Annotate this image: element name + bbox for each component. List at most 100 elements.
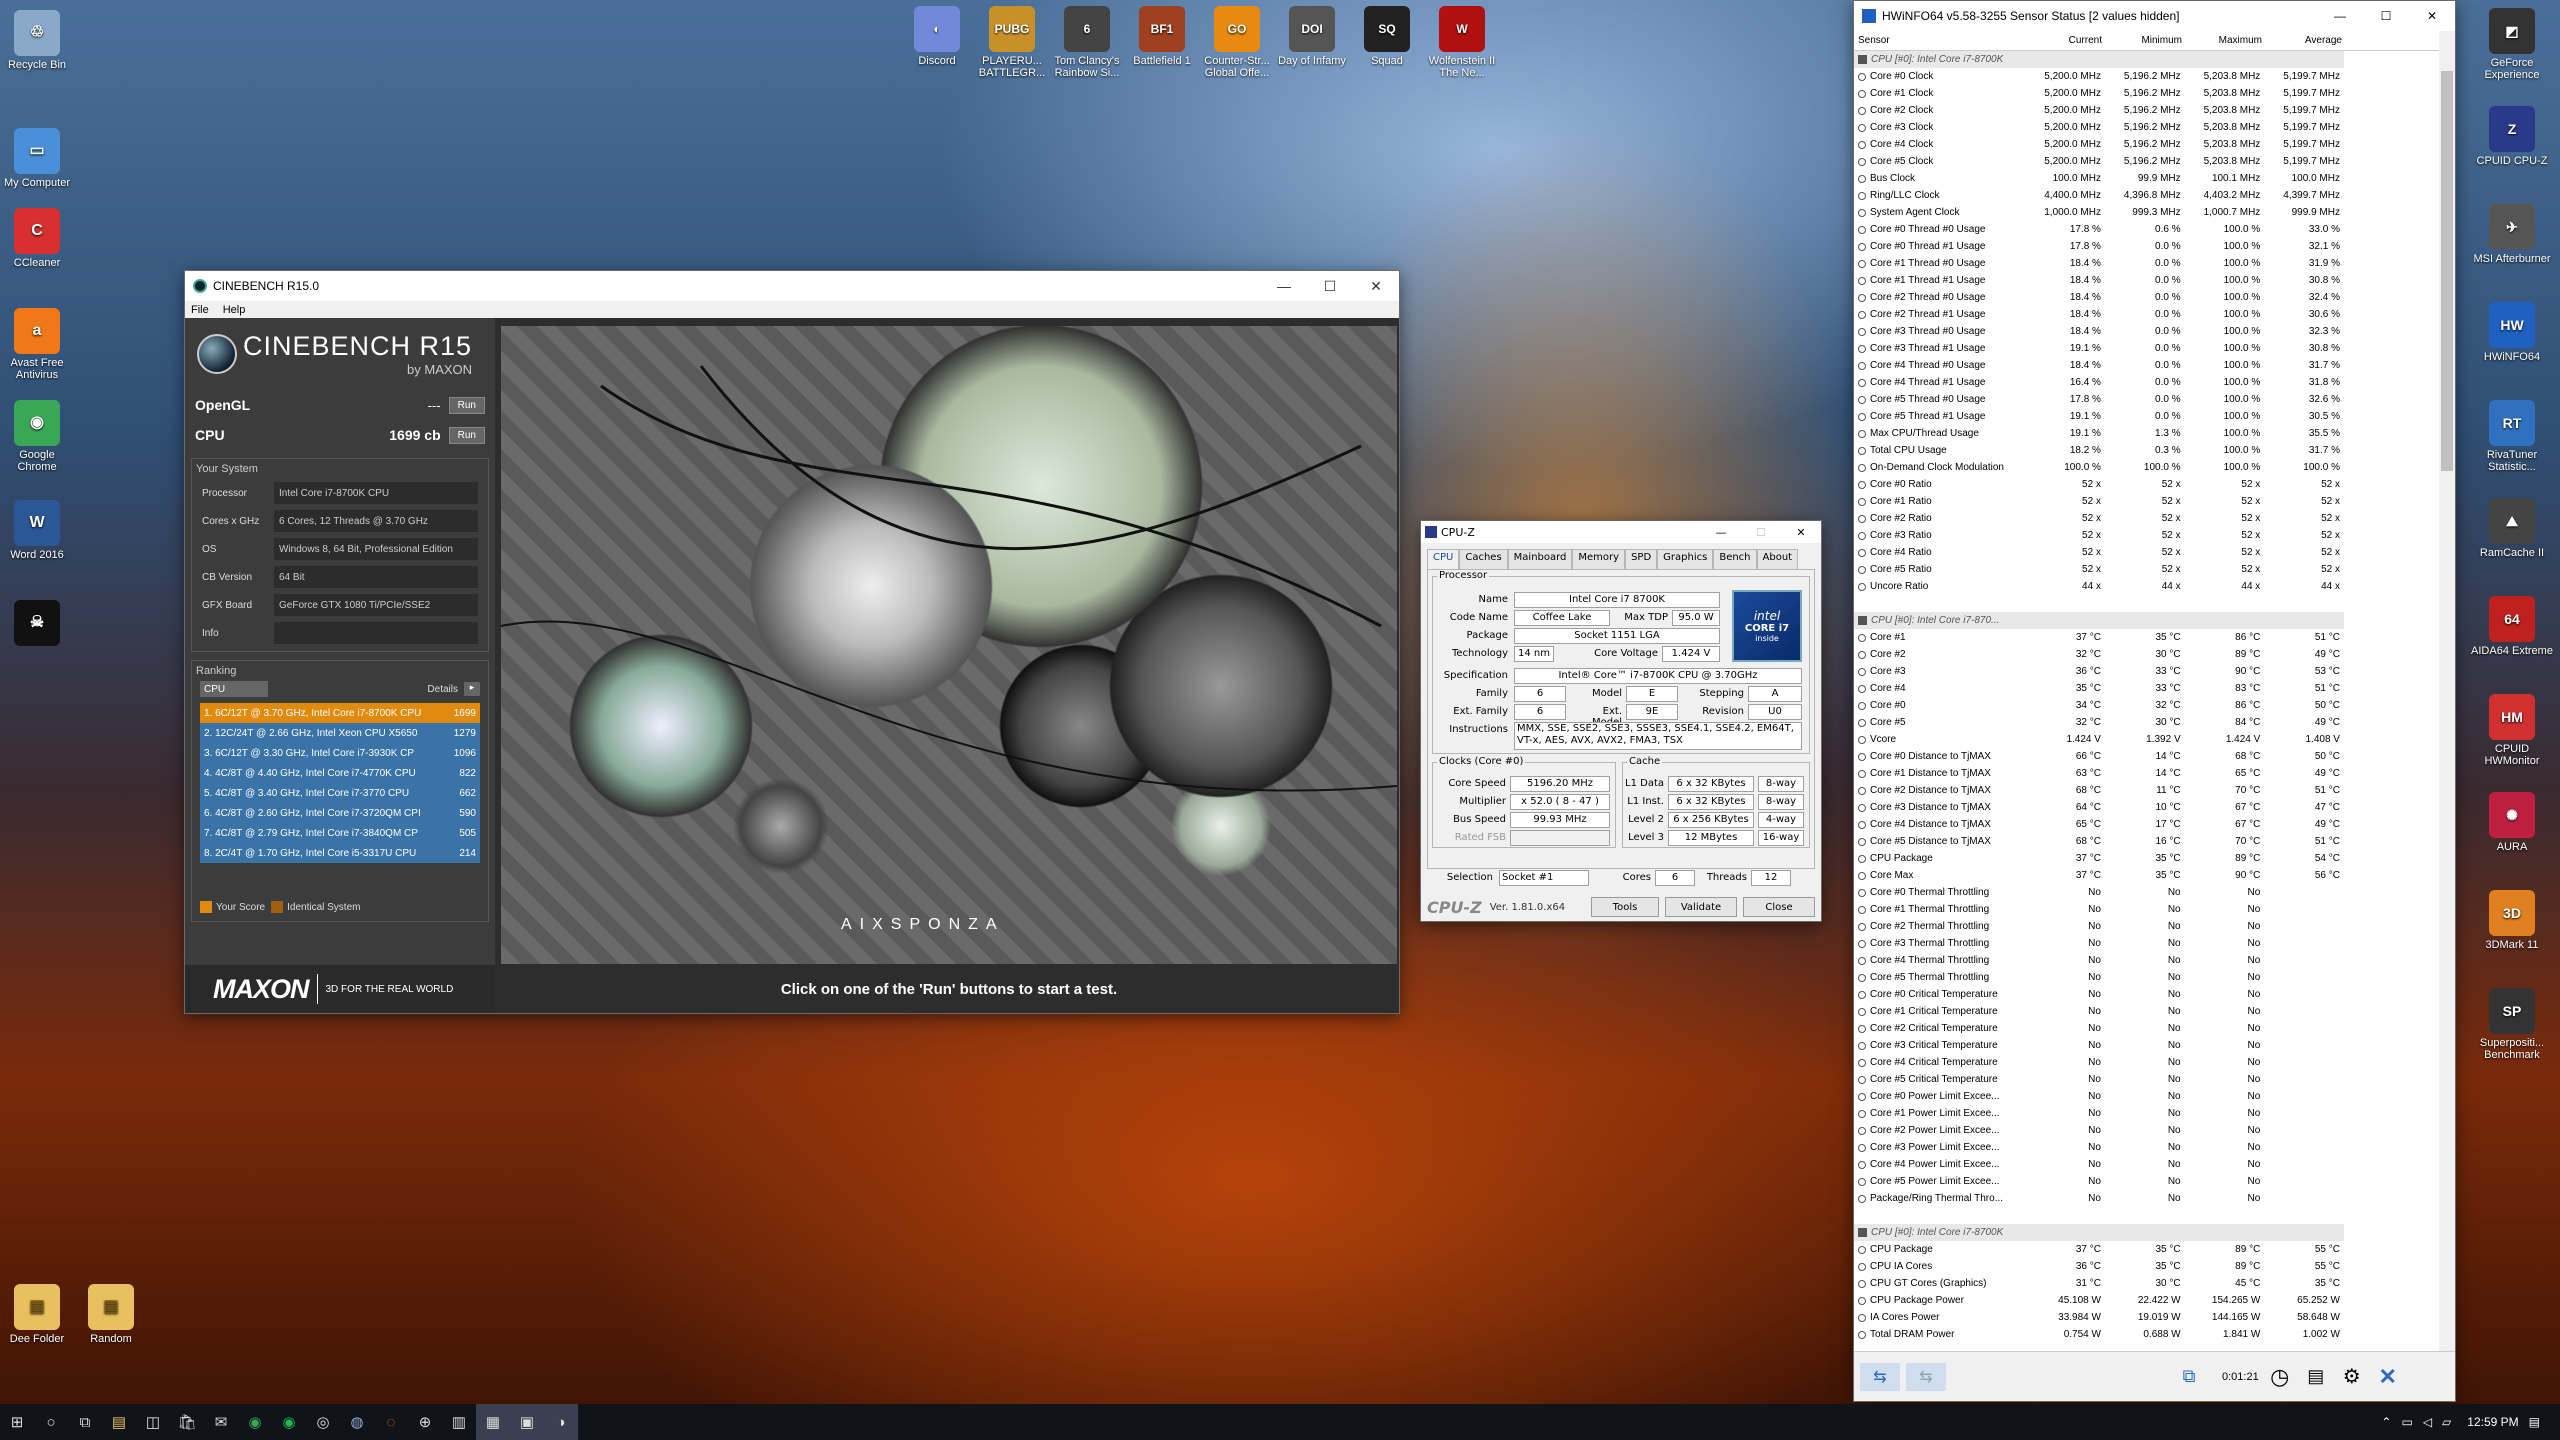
- menu-file[interactable]: File: [191, 304, 209, 316]
- sensor-row[interactable]: Total DRAM Power 0.754 W 0.688 W 1.841 W 1.0…: [1854, 1326, 2344, 1343]
- taskbar-chrome-icon[interactable]: ◉: [238, 1404, 272, 1440]
- sensor-row[interactable]: Core #2 Thermal Throttling No No No: [1854, 918, 2344, 935]
- sensor-row[interactable]: Core #2 Ratio 52 x 52 x 52 x 52 x: [1854, 510, 2344, 527]
- sensor-row[interactable]: Core #0 Clock 5,200.0 MHz 5,196.2 MHz 5,203…: [1854, 68, 2344, 85]
- minimize-button[interactable]: —: [1261, 271, 1307, 301]
- sensor-row[interactable]: Core #3 36 °C 33 °C 90 °C 53 °C: [1854, 663, 2344, 680]
- tray-volume-icon[interactable]: ◁: [2423, 1415, 2432, 1429]
- spotify-icon[interactable]: ◉: [272, 1404, 306, 1440]
- sensor-row[interactable]: Core #1 Power Limit Excee... No No No: [1854, 1105, 2344, 1122]
- sensor-row[interactable]: Core #5 Distance to TjMAX 68 °C 16 °C 70 °C…: [1854, 833, 2344, 850]
- tray-overflow-icon[interactable]: ⌃: [2381, 1415, 2391, 1429]
- store-icon[interactable]: 🛍: [170, 1404, 204, 1440]
- taskbar-cpuz-icon[interactable]: ▣: [510, 1404, 544, 1440]
- sensor-row[interactable]: Core #0 Ratio 52 x 52 x 52 x 52 x: [1854, 476, 2344, 493]
- sensor-row[interactable]: CPU Package 37 °C 35 °C 89 °C 55 °C: [1854, 1241, 2344, 1258]
- desktop-shortcut[interactable]: 64 AIDA64 Extreme: [2470, 596, 2554, 657]
- sensor-row[interactable]: Core Max 37 °C 35 °C 90 °C 56 °C: [1854, 867, 2344, 884]
- taskbar-icon-generic[interactable]: ▥: [442, 1404, 476, 1440]
- ranking-row[interactable]: 7. 4C/8T @ 2.79 GHz, Intel Core i7-3840Q…: [200, 823, 480, 843]
- taskbar-icon-network[interactable]: ⊕: [408, 1404, 442, 1440]
- sensor-row[interactable]: Core #1 37 °C 35 °C 86 °C 51 °C: [1854, 629, 2344, 646]
- sensor-row[interactable]: Max CPU/Thread Usage 19.1 % 1.3 % 100.0 % 35…: [1854, 425, 2344, 442]
- col-sensor[interactable]: Sensor: [1854, 35, 2026, 46]
- sensor-row[interactable]: Core #4 Thermal Throttling No No No: [1854, 952, 2344, 969]
- desktop-shortcut[interactable]: ◐ Discord: [900, 6, 974, 67]
- sensor-row[interactable]: Core #0 Thread #1 Usage 17.8 % 0.0 % 100.0 …: [1854, 238, 2344, 255]
- steam-icon[interactable]: ◎: [306, 1404, 340, 1440]
- cpuz-tab-cpu[interactable]: CPU: [1427, 549, 1460, 569]
- desktop-shortcut[interactable]: HW HWiNFO64: [2470, 302, 2554, 363]
- sensor-row[interactable]: Core #0 34 °C 32 °C 86 °C 50 °C: [1854, 697, 2344, 714]
- sensor-row[interactable]: Core #5 Thread #1 Usage 19.1 % 0.0 % 100.0 …: [1854, 408, 2344, 425]
- sensor-row[interactable]: Core #4 Clock 5,200.0 MHz 5,196.2 MHz 5,203…: [1854, 136, 2344, 153]
- hwinfo-exit-icon[interactable]: ✕: [2373, 1362, 2403, 1392]
- desktop-shortcut[interactable]: Z CPUID CPU-Z: [2470, 106, 2554, 167]
- settings-icon[interactable]: ⚙: [2337, 1362, 2367, 1392]
- details-arrow-icon[interactable]: ▸: [464, 682, 480, 696]
- desktop-shortcut[interactable]: ▤ Dee Folder: [0, 1284, 74, 1345]
- sensor-row[interactable]: Core #2 32 °C 30 °C 89 °C 49 °C: [1854, 646, 2344, 663]
- cpuz-tab-memory[interactable]: Memory: [1572, 549, 1626, 569]
- task-view-icon[interactable]: ⧉: [68, 1404, 102, 1440]
- hwinfo-titlebar[interactable]: HWiNFO64 v5.58-3255 Sensor Status [2 val…: [1854, 1, 2455, 31]
- ranking-row[interactable]: 3. 6C/12T @ 3.30 GHz, Intel Core i7-3930…: [200, 743, 480, 763]
- validate-button[interactable]: Validate: [1665, 897, 1737, 917]
- desktop-shortcut[interactable]: SP Superpositi... Benchmark: [2470, 988, 2554, 1061]
- search-icon[interactable]: ○: [34, 1404, 68, 1440]
- ranking-row[interactable]: 6. 4C/8T @ 2.60 GHz, Intel Core i7-3720Q…: [200, 803, 480, 823]
- sensor-row[interactable]: System Agent Clock 1,000.0 MHz 999.3 MHz 1,…: [1854, 204, 2344, 221]
- sensor-row[interactable]: Core #3 Thermal Throttling No No No: [1854, 935, 2344, 952]
- sensor-row[interactable]: Core #5 Thermal Throttling No No No: [1854, 969, 2344, 986]
- sensor-group-header[interactable]: CPU [#0]: Intel Core i7-8700K: [1854, 1224, 2344, 1241]
- sensor-row[interactable]: Vcore 1.424 V 1.392 V 1.424 V 1.408 V: [1854, 731, 2344, 748]
- ranking-row[interactable]: 4. 4C/8T @ 4.40 GHz, Intel Core i7-4770K…: [200, 763, 480, 783]
- desktop-shortcut[interactable]: RT RivaTuner Statistic...: [2470, 400, 2554, 473]
- ranking-row[interactable]: 2. 12C/24T @ 2.66 GHz, Intel Xeon CPU X5…: [200, 723, 480, 743]
- taskbar-app-icon[interactable]: ◫: [136, 1404, 170, 1440]
- tray-clock[interactable]: 12:59 PM: [2467, 1415, 2518, 1429]
- sensor-row[interactable]: Core #3 Thread #1 Usage 19.1 % 0.0 % 100.0 …: [1854, 340, 2344, 357]
- file-explorer-icon[interactable]: ▤: [102, 1404, 136, 1440]
- sensor-row[interactable]: Core #3 Power Limit Excee... No No No: [1854, 1139, 2344, 1156]
- hwinfo-maximize-button[interactable]: ☐: [2363, 9, 2409, 23]
- desktop-shortcut[interactable]: ☠: [0, 600, 74, 649]
- taskbar-cinebench-icon[interactable]: ◑: [544, 1404, 578, 1440]
- desktop-shortcut[interactable]: a Avast Free Antivirus: [0, 308, 74, 381]
- sensor-row[interactable]: Core #1 Ratio 52 x 52 x 52 x 52 x: [1854, 493, 2344, 510]
- sensor-row[interactable]: Ring/LLC Clock 4,400.0 MHz 4,396.8 MHz 4,40…: [1854, 187, 2344, 204]
- cinebench-titlebar[interactable]: CINEBENCH R15.0 — ☐ ✕: [185, 271, 1399, 301]
- tray-network-icon[interactable]: ▭: [2401, 1415, 2412, 1429]
- sensor-row[interactable]: Core #2 Distance to TjMAX 68 °C 11 °C 70 °C…: [1854, 782, 2344, 799]
- sensor-row[interactable]: Core #3 Distance to TjMAX 64 °C 10 °C 67 °C…: [1854, 799, 2344, 816]
- sensor-row[interactable]: Core #0 Thread #0 Usage 17.8 % 0.6 % 100.0 …: [1854, 221, 2344, 238]
- col-average[interactable]: Average: [2266, 35, 2346, 46]
- ranking-row[interactable]: 5. 4C/8T @ 3.40 GHz, Intel Core i7-3770 …: [200, 783, 480, 803]
- sensor-row[interactable]: Core #5 Thread #0 Usage 17.8 % 0.0 % 100.0 …: [1854, 391, 2344, 408]
- cpu-run-button[interactable]: Run: [448, 426, 485, 444]
- sensor-row[interactable]: Uncore Ratio 44 x 44 x 44 x 44 x: [1854, 578, 2344, 595]
- hwinfo-scroll-thumb[interactable]: [2441, 71, 2453, 471]
- nav-right-icon[interactable]: ⇆: [1906, 1362, 1946, 1391]
- desktop-shortcut[interactable]: W Word 2016: [0, 500, 74, 561]
- cpuz-tab-graphics[interactable]: Graphics: [1657, 549, 1714, 569]
- desktop-shortcut[interactable]: HM CPUID HWMonitor: [2470, 694, 2554, 767]
- sensor-row[interactable]: Core #1 Thread #0 Usage 18.4 % 0.0 % 100.0 …: [1854, 255, 2344, 272]
- tools-button[interactable]: Tools: [1591, 897, 1659, 917]
- sensor-row[interactable]: Core #0 Critical Temperature No No No: [1854, 986, 2344, 1003]
- sensor-row[interactable]: Core #3 Ratio 52 x 52 x 52 x 52 x: [1854, 527, 2344, 544]
- sensor-row[interactable]: Core #4 35 °C 33 °C 83 °C 51 °C: [1854, 680, 2344, 697]
- sensor-row[interactable]: Core #5 Power Limit Excee... No No No: [1854, 1173, 2344, 1190]
- menu-help[interactable]: Help: [223, 304, 246, 316]
- action-center-icon[interactable]: ▤: [2529, 1415, 2540, 1429]
- col-minimum[interactable]: Minimum: [2106, 35, 2186, 46]
- sensor-row[interactable]: Core #2 Thread #1 Usage 18.4 % 0.0 % 100.0 …: [1854, 306, 2344, 323]
- sensor-row[interactable]: Core #4 Thread #0 Usage 18.4 % 0.0 % 100.0 …: [1854, 357, 2344, 374]
- report-icon[interactable]: ▤: [2301, 1362, 2331, 1392]
- col-current[interactable]: Current: [2026, 35, 2106, 46]
- cpuz-tab-mainboard[interactable]: Mainboard: [1507, 549, 1573, 569]
- hwinfo-close-button[interactable]: ✕: [2409, 9, 2455, 23]
- desktop-shortcut[interactable]: 3D 3DMark 11: [2470, 890, 2554, 951]
- cpuz-tab-spd[interactable]: SPD: [1625, 549, 1658, 569]
- sensor-row[interactable]: Core #2 Clock 5,200.0 MHz 5,196.2 MHz 5,203…: [1854, 102, 2344, 119]
